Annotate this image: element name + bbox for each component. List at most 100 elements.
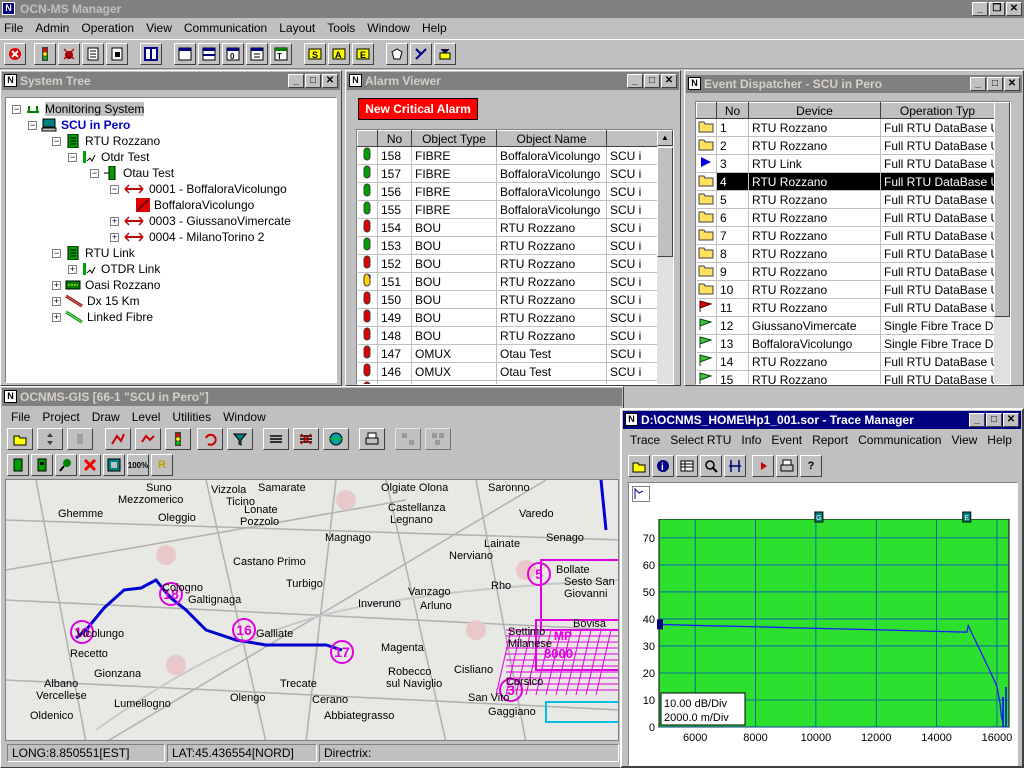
alarm-col-name[interactable]: Object Name [496,130,607,147]
maximize-button[interactable]: □ [986,413,1002,427]
window-1-button[interactable] [174,43,196,65]
tree-item[interactable]: − RTU Rozzano [52,134,160,148]
traffic-light-icon[interactable] [165,428,191,450]
layers-button[interactable] [263,428,289,450]
menu-communication[interactable]: Communication [858,433,941,447]
event-row[interactable]: 9 RTU Rozzano Full RTU DataBase Up [696,262,995,281]
alarm-col-scu[interactable] [606,130,660,147]
maximize-button[interactable]: □ [644,74,660,88]
expand-toggle-icon[interactable]: − [52,136,61,146]
menu-event[interactable]: Event [771,433,802,447]
alarm-row[interactable]: 150 BOU RTU Rozzano SCU i [357,290,660,309]
event-row[interactable]: 14 RTU Rozzano Full RTU DataBase Up [696,352,995,371]
tree-item[interactable]: + Dx 15 Km [52,294,140,308]
route-button[interactable] [105,428,131,450]
expand-toggle-icon[interactable]: − [12,104,21,114]
alarm-row[interactable]: 156 FIBRE BoffaloraVicolungo SCU i [357,182,660,201]
restore-button[interactable]: ❐ [989,2,1005,16]
alarm-row[interactable]: 148 BOU RTU Rozzano SCU i [357,326,660,345]
traffic-icon-button[interactable] [34,43,56,65]
move-button[interactable] [37,428,63,450]
event-row[interactable]: 15 RTU Rozzano Full RTU DataBase Up [696,370,995,384]
scroll-up-button[interactable]: ▲ [657,130,673,146]
print-icon[interactable] [776,455,798,477]
tree-item[interactable]: + OTDR Link [68,262,160,276]
help-icon[interactable]: ? [800,455,822,477]
menu-help[interactable]: Help [987,433,1012,447]
expand-toggle-icon[interactable]: + [110,216,119,226]
minimize-button[interactable]: _ [970,77,986,91]
event-row[interactable]: 7 RTU Rozzano Full RTU DataBase Up [696,226,995,245]
expand-toggle-icon[interactable]: + [110,232,119,242]
filter-icon[interactable] [227,428,253,450]
event-col-no[interactable]: No [716,102,749,119]
tree-item[interactable]: +0004 - MilanoTorino 2 [110,230,264,244]
minimize-button[interactable]: _ [288,74,304,88]
open-icon[interactable] [628,455,650,477]
tree-item[interactable]: − 0001 - BoffaloraVicolungo [110,182,287,196]
s-doc-button[interactable]: S [304,43,326,65]
menu-file[interactable]: File [4,21,23,35]
menu-level[interactable]: Level [132,410,161,424]
minimize-button[interactable]: _ [969,413,985,427]
event-row[interactable]: 5 RTU Rozzano Full RTU DataBase Up [696,190,995,209]
expand-toggle-icon[interactable]: − [52,248,61,258]
alarm-row[interactable]: 155 FIBRE BoffaloraVicolungo SCU i [357,200,660,219]
tile-vertical-button[interactable] [140,43,162,65]
menu-select-rtu[interactable]: Select RTU [670,433,731,447]
expand-toggle-icon[interactable]: + [52,280,61,290]
alarm-row[interactable]: 158 FIBRE BoffaloraVicolungo SCU i [357,146,660,165]
table-icon[interactable] [676,455,698,477]
event-col-icon[interactable] [696,102,717,119]
stop-button[interactable] [4,43,26,65]
frame-button[interactable] [103,454,125,476]
alarm-row[interactable]: 146 OMUX Otau Test SCU i [357,362,660,381]
polyline-button[interactable] [135,428,161,450]
event-row[interactable]: 3 RTU Link Full RTU DataBase Up [696,154,995,173]
menu-layout[interactable]: Layout [279,21,315,35]
globe-icon[interactable] [323,428,349,450]
bug-button[interactable] [58,43,80,65]
e-doc-button[interactable]: E [352,43,374,65]
menu-tools[interactable]: Tools [327,21,355,35]
menu-view[interactable]: View [951,433,977,447]
menu-file[interactable]: File [11,410,30,424]
menu-window[interactable]: Window [367,21,410,35]
tree-item[interactable]: − RTU Link [52,246,135,260]
network-button[interactable] [395,428,421,450]
tree-item[interactable]: − Otdr Test [68,150,149,164]
tree-item[interactable]: BoffaloraVicolungo [136,198,254,212]
menu-draw[interactable]: Draw [92,410,120,424]
markers-icon[interactable] [724,455,746,477]
event-row[interactable]: 13 BoffaloraVicolungo Single Fibre Trace D… [696,334,995,353]
maximize-button[interactable]: □ [305,74,321,88]
alarm-col-no[interactable]: No [377,130,412,147]
play-icon[interactable] [752,455,774,477]
menu-utilities[interactable]: Utilities [172,410,211,424]
alarm-row[interactable]: 154 BOU RTU Rozzano SCU i [357,218,660,237]
tree-item[interactable]: +0003 - GiussanoVimercate [110,214,291,228]
trace-toggle-icon[interactable] [632,486,650,502]
menu-project[interactable]: Project [42,410,79,424]
shape-button[interactable] [386,43,408,65]
hide-layers-button[interactable] [293,428,319,450]
expand-toggle-icon[interactable]: + [52,296,61,306]
label-tool-button[interactable]: R [151,454,173,476]
expand-toggle-icon[interactable]: − [68,152,77,162]
expand-toggle-icon[interactable]: − [28,120,37,130]
report-button[interactable] [82,43,104,65]
pin-icon[interactable] [55,454,77,476]
alarm-col-type[interactable]: Object Type [411,130,497,147]
window-3-button[interactable]: 0 [222,43,244,65]
event-row[interactable]: 10 RTU Rozzano Full RTU DataBase Up [696,280,995,299]
gis-map[interactable]: 10 18 16 17 5 3 MP 8000 Suno Mezzomerico Vizzola Ti… [5,479,619,741]
alarm-col-status[interactable] [357,130,378,147]
network2-button[interactable] [425,428,451,450]
minimize-button[interactable]: _ [627,74,643,88]
event-scrollbar[interactable] [994,102,1010,384]
menu-view[interactable]: View [146,21,172,35]
window-5-button[interactable]: T [270,43,292,65]
minimize-button[interactable]: _ [972,2,988,16]
scroll-thumb[interactable] [657,147,673,257]
alarm-row[interactable]: * 151 BOU RTU Rozzano SCU i [357,272,660,291]
